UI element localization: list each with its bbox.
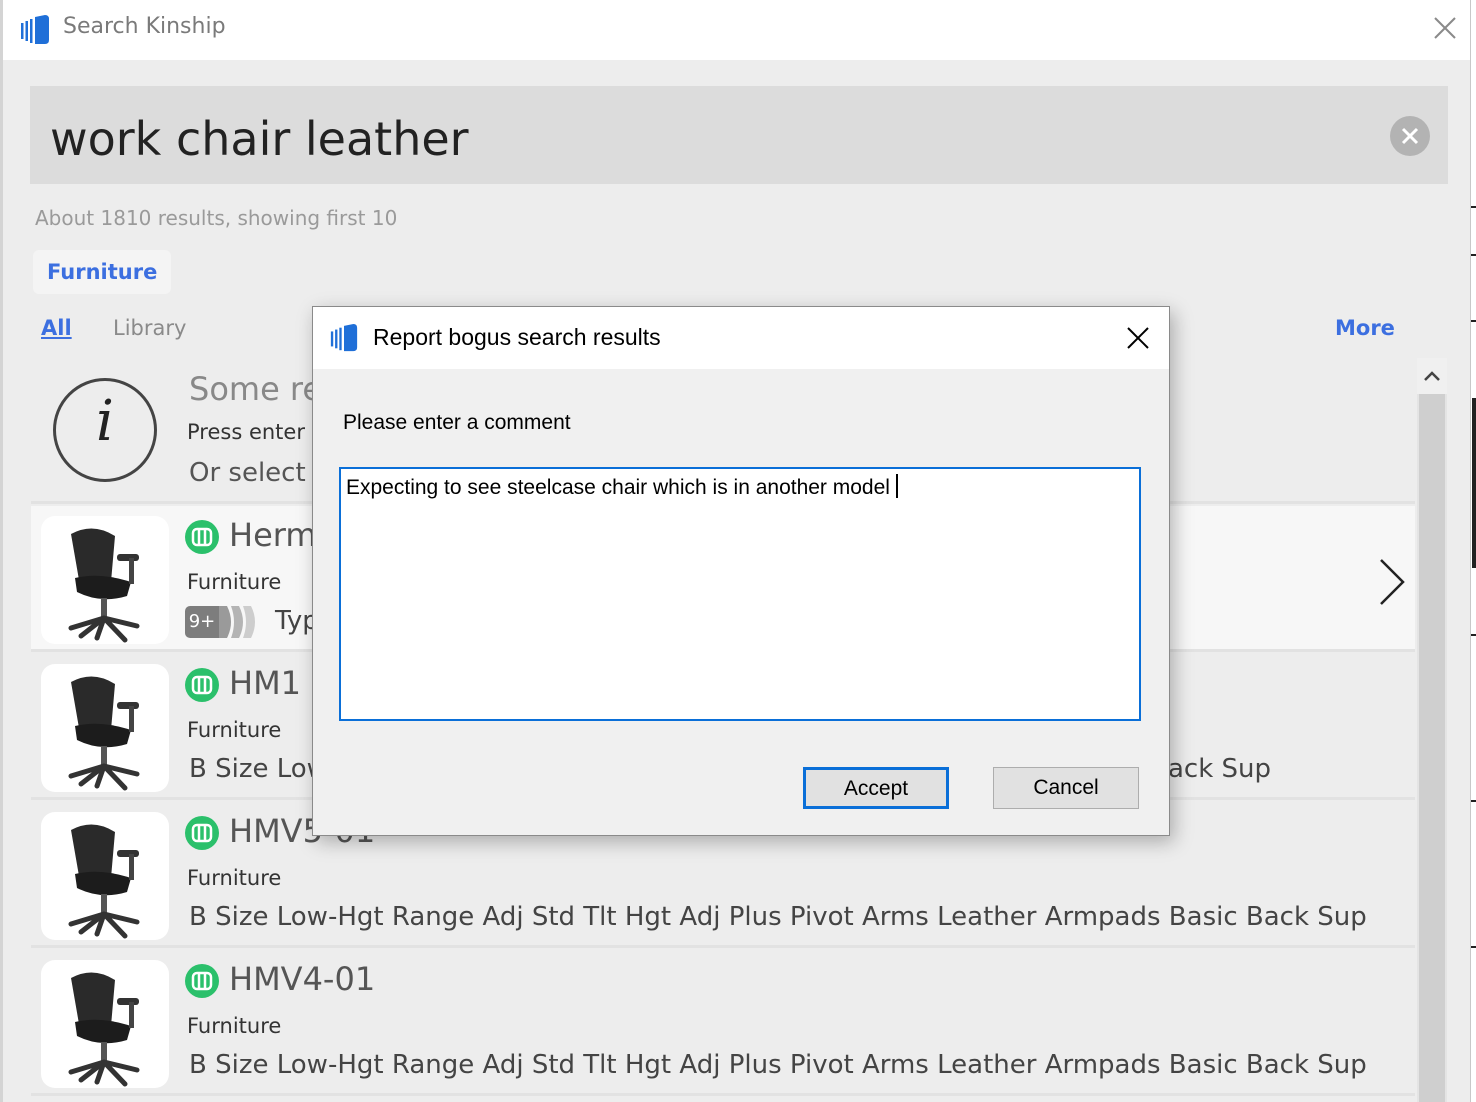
result-description: B Size Low <box>189 754 328 784</box>
result-title: HM1 <box>229 664 302 702</box>
cancel-button[interactable]: Cancel <box>993 767 1139 809</box>
office-chair-icon <box>68 528 140 643</box>
text-caret <box>895 474 898 498</box>
comment-textarea[interactable]: Expecting to see steelcase chair which i… <box>339 467 1141 721</box>
office-chair-icon <box>68 676 140 791</box>
family-badge-icon <box>185 520 219 554</box>
accept-button[interactable]: Accept <box>803 767 949 809</box>
result-category: Furniture <box>187 866 282 890</box>
result-description-tail: ack Sup <box>1168 754 1272 784</box>
office-chair-icon <box>68 972 140 1087</box>
search-input[interactable]: work chair leather <box>30 86 1448 184</box>
kinship-logo-icon <box>330 323 358 352</box>
close-icon[interactable] <box>1121 321 1155 355</box>
filter-chip-furniture[interactable]: Furniture <box>33 250 172 294</box>
comment-prompt-label: Please enter a comment <box>343 411 571 434</box>
results-summary: About 1810 results, showing first 10 <box>35 206 398 230</box>
dialog-title: Report bogus search results <box>373 324 661 350</box>
report-dialog: Report bogus search results Please enter… <box>312 306 1170 836</box>
info-icon: i <box>53 378 157 482</box>
result-thumbnail <box>41 516 169 644</box>
kinship-logo-icon <box>21 15 49 44</box>
result-thumbnail <box>41 812 169 940</box>
search-query-text[interactable]: work chair leather <box>50 112 469 166</box>
close-icon[interactable] <box>1427 10 1463 46</box>
result-description: B Size Low-Hgt Range Adj Std Tlt Hgt Adj… <box>189 1050 1367 1080</box>
result-category: Furniture <box>187 718 282 742</box>
result-thumbnail <box>41 664 169 792</box>
comment-text[interactable]: Expecting to see steelcase chair which i… <box>346 476 890 499</box>
clear-search-button[interactable] <box>1390 116 1430 156</box>
clear-circle-icon <box>1401 127 1419 145</box>
version-count-badge: 9+ <box>185 606 267 638</box>
more-link[interactable]: More <box>1335 316 1395 340</box>
result-title: HMV4-01 <box>229 960 376 998</box>
dialog-titlebar: Report bogus search results <box>313 307 1169 369</box>
family-badge-icon <box>185 816 219 850</box>
info-select-line: Or select a <box>189 458 330 488</box>
result-thumbnail <box>41 960 169 1088</box>
scroll-thumb[interactable] <box>1419 394 1445 1102</box>
family-badge-icon <box>185 668 219 702</box>
chevron-up-icon <box>1424 371 1440 381</box>
result-row[interactable]: HMV4-01 Furniture B Size Low-Hgt Range A… <box>31 950 1415 1096</box>
tab-library[interactable]: Library <box>113 316 186 340</box>
window-titlebar: Search Kinship <box>3 0 1473 60</box>
tab-all[interactable]: All <box>41 316 72 340</box>
background-window-edge <box>1470 0 1476 1102</box>
result-description: B Size Low-Hgt Range Adj Std Tlt Hgt Adj… <box>189 902 1367 932</box>
result-category: Furniture <box>187 570 282 594</box>
window-title: Search Kinship <box>63 14 226 39</box>
office-chair-icon <box>68 824 140 939</box>
chevron-right-icon[interactable] <box>1371 556 1411 608</box>
scroll-up-button[interactable] <box>1417 358 1447 394</box>
result-category: Furniture <box>187 1014 282 1038</box>
family-badge-icon <box>185 964 219 998</box>
version-count: 9+ <box>185 606 219 638</box>
results-scrollbar[interactable] <box>1417 358 1447 1102</box>
info-hint-line: Press enter o <box>187 420 325 444</box>
